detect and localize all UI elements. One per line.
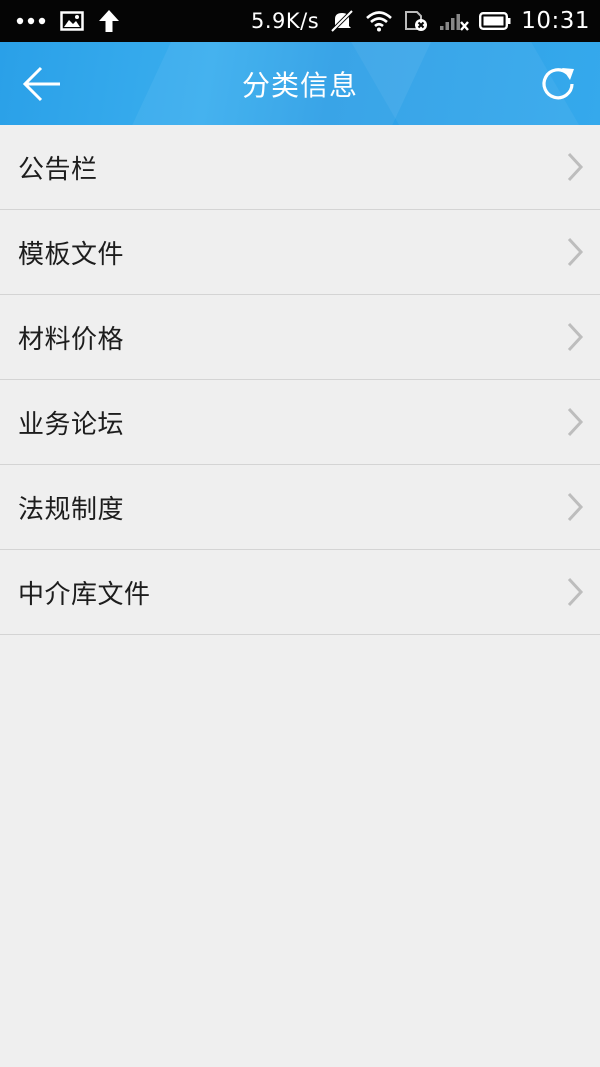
category-list: 公告栏 模板文件 材料价格 业务论坛 法规制度 中介库文件 xyxy=(0,125,600,635)
more-dots-icon xyxy=(16,17,46,25)
wifi-icon xyxy=(366,11,393,32)
status-bar-left xyxy=(16,0,120,42)
refresh-button[interactable] xyxy=(530,56,586,112)
list-item-label: 法规制度 xyxy=(18,494,125,525)
image-notification-icon xyxy=(60,11,84,31)
chevron-right-icon xyxy=(567,407,584,437)
battery-icon xyxy=(479,12,511,30)
list-item-label: 公告栏 xyxy=(18,154,98,185)
muted-icon xyxy=(330,9,354,33)
network-speed: 5.9K/s xyxy=(251,9,320,33)
list-item-material-prices[interactable]: 材料价格 xyxy=(0,295,600,380)
list-item-regulations[interactable]: 法规制度 xyxy=(0,465,600,550)
list-item-label: 业务论坛 xyxy=(18,409,125,440)
list-item-announcement-board[interactable]: 公告栏 xyxy=(0,125,600,210)
upload-arrow-icon xyxy=(99,10,119,32)
status-bar: 5.9K/s 10:31 xyxy=(0,0,600,42)
status-bar-right: 5.9K/s 10:31 xyxy=(251,0,590,42)
list-item-business-forum[interactable]: 业务论坛 xyxy=(0,380,600,465)
chevron-right-icon xyxy=(567,152,584,182)
back-button[interactable] xyxy=(14,56,70,112)
back-arrow-icon xyxy=(22,66,60,102)
chevron-right-icon xyxy=(567,492,584,522)
signal-icon xyxy=(440,14,470,31)
title-bar: 分类信息 xyxy=(0,42,600,125)
chevron-right-icon xyxy=(567,577,584,607)
chevron-right-icon xyxy=(567,237,584,267)
list-item-agency-files[interactable]: 中介库文件 xyxy=(0,550,600,635)
list-item-label: 模板文件 xyxy=(18,239,125,270)
chevron-right-icon xyxy=(567,322,584,352)
list-item-label: 材料价格 xyxy=(18,324,125,355)
clock: 10:31 xyxy=(521,8,590,34)
list-item-template-files[interactable]: 模板文件 xyxy=(0,210,600,295)
sim-card-icon xyxy=(405,11,428,31)
list-item-label: 中介库文件 xyxy=(18,579,151,610)
refresh-icon xyxy=(542,68,574,100)
